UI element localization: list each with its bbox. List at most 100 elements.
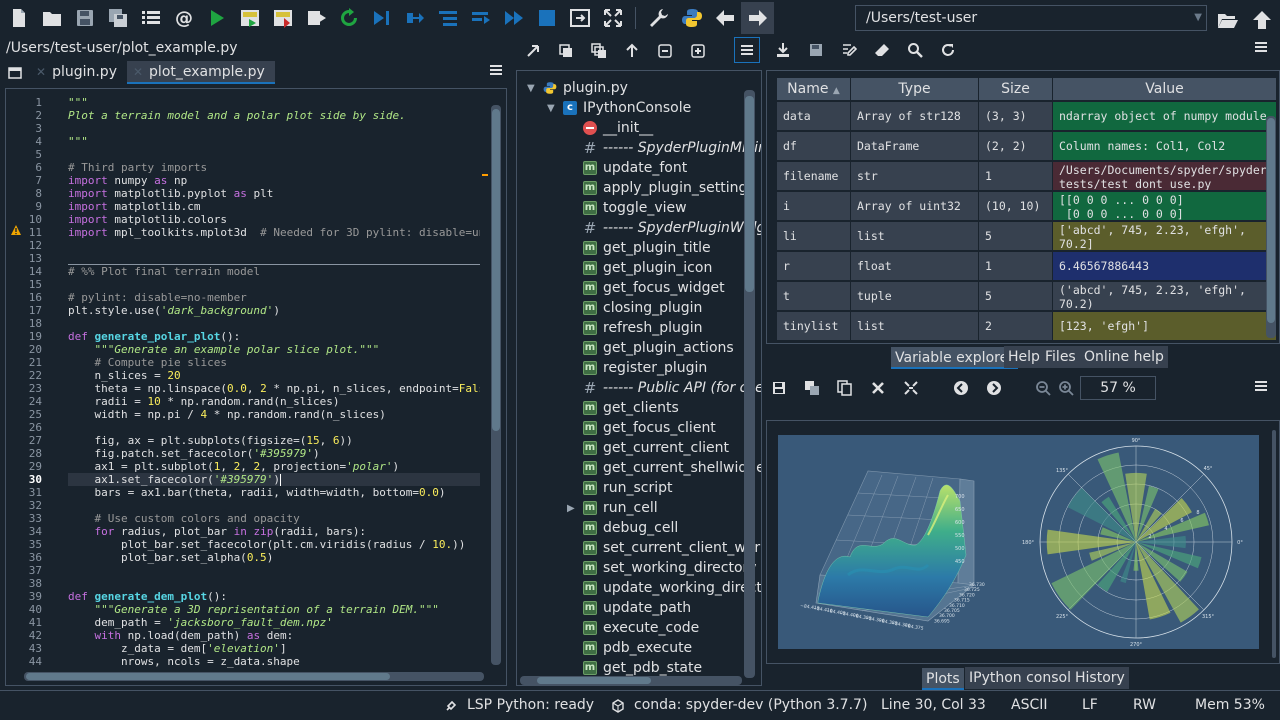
code-line[interactable]: import numpy as np bbox=[68, 174, 480, 187]
edit-icon[interactable] bbox=[832, 37, 865, 63]
outline-item[interactable]: m update_working_directory bbox=[567, 578, 761, 598]
outline-item[interactable]: m set_current_client_working_directory bbox=[567, 538, 761, 558]
code-line[interactable]: plt.style.use('dark_background') bbox=[68, 304, 480, 317]
code-line[interactable] bbox=[68, 122, 480, 135]
hamburger-menu-icon[interactable] bbox=[488, 62, 504, 82]
outline-item[interactable]: m update_path bbox=[567, 598, 691, 618]
code-line[interactable]: with np.load(dem_path) as dem: bbox=[68, 629, 480, 642]
group-code-cells-icon[interactable] bbox=[582, 38, 615, 64]
outline-item[interactable]: __init__ bbox=[567, 118, 653, 138]
remove-plot-icon[interactable] bbox=[867, 376, 889, 400]
go-to-cursor-icon[interactable] bbox=[516, 38, 549, 64]
code-line[interactable]: # Compute pie slices bbox=[68, 356, 480, 369]
at-icon[interactable]: @ bbox=[167, 2, 200, 34]
show-all-files-icon[interactable] bbox=[549, 38, 582, 64]
table-row[interactable]: filename str 1/Users/Documents/spyder/spyd… bbox=[777, 162, 1277, 192]
code-line[interactable]: fig.patch.set_facecolor('#395979') bbox=[68, 447, 480, 460]
tab-plots[interactable]: Plots bbox=[922, 668, 964, 690]
outline-item[interactable]: ▼ plugin.py bbox=[527, 78, 628, 98]
outline-item[interactable]: m register_plugin bbox=[567, 358, 707, 378]
code-line[interactable]: import mpl_toolkits.mplot3d # Needed for… bbox=[68, 226, 480, 239]
code-line[interactable]: def generate_polar_plot(): bbox=[68, 330, 480, 343]
code-line[interactable]: """Generate a 3D reprisentation of a ter… bbox=[68, 603, 480, 616]
code-line[interactable]: fig, ax = plt.subplots(figsize=(15, 6)) bbox=[68, 434, 480, 447]
code-line[interactable]: # pylint: disable=no-member bbox=[68, 291, 480, 304]
code-line[interactable]: z_data = dem['elevation'] bbox=[68, 642, 480, 655]
fullscreen-icon[interactable] bbox=[596, 2, 629, 34]
copy-plot-icon[interactable] bbox=[834, 376, 856, 400]
stop-icon[interactable] bbox=[530, 2, 563, 34]
code-line[interactable]: radii = 10 * np.random.rand(n_slices) bbox=[68, 395, 480, 408]
code-line[interactable]: plot_bar.set_alpha(0.5) bbox=[68, 551, 480, 564]
close-icon[interactable]: ✕ bbox=[36, 65, 46, 79]
code-line[interactable] bbox=[68, 577, 480, 590]
outline-item[interactable]: m get_clients bbox=[567, 398, 679, 418]
code-line[interactable] bbox=[68, 239, 480, 252]
code-line[interactable]: import matplotlib.pyplot as plt bbox=[68, 187, 480, 200]
outline-horizontal-scroll-thumb[interactable] bbox=[537, 677, 651, 684]
run-cell-advance-icon[interactable] bbox=[266, 2, 299, 34]
code-line[interactable]: def generate_dem_plot(): bbox=[68, 590, 480, 603]
outline-item[interactable]: m get_plugin_icon bbox=[567, 258, 712, 278]
code-line[interactable]: plot_bar.set_facecolor(plt.cm.viridis(ra… bbox=[68, 538, 480, 551]
outline-item[interactable]: m apply_plugin_settings bbox=[567, 178, 755, 198]
code-line[interactable] bbox=[68, 499, 480, 512]
forward-arrow-icon[interactable] bbox=[741, 2, 774, 34]
zoom-in-icon[interactable] bbox=[1055, 376, 1077, 400]
table-row[interactable]: df DataFrame (2, 2) Column names: Col1, Col… bbox=[777, 132, 1277, 162]
outline-item[interactable]: m get_current_client bbox=[567, 438, 729, 458]
outline-item[interactable]: # ------ SpyderPluginWidget API bbox=[567, 218, 761, 238]
code-line[interactable] bbox=[68, 421, 480, 434]
code-line[interactable]: ax1 = plt.subplot(1, 2, 2, projection='p… bbox=[68, 460, 480, 473]
maximize-icon[interactable] bbox=[563, 2, 596, 34]
code-line[interactable]: for radius, plot_bar in zip(radii, bars)… bbox=[68, 525, 480, 538]
run-selection-icon[interactable] bbox=[299, 2, 332, 34]
tab-online-help[interactable]: Online help bbox=[1080, 346, 1168, 368]
browse-tabs-icon[interactable] bbox=[0, 62, 30, 84]
save-all-plots-icon[interactable] bbox=[801, 376, 823, 400]
outline-item[interactable]: m run_script bbox=[567, 478, 673, 498]
code-line[interactable]: """ bbox=[68, 135, 480, 148]
tab-history[interactable]: History bbox=[1071, 667, 1129, 689]
list-icon[interactable] bbox=[134, 2, 167, 34]
wrench-icon[interactable] bbox=[642, 2, 675, 34]
outline-item[interactable]: m update_font bbox=[567, 158, 687, 178]
tab-ipython-console[interactable]: IPython console bbox=[965, 667, 1084, 689]
variable-explorer-table[interactable]: Name ▲ Type Size Value data Array of str1… bbox=[766, 70, 1280, 344]
outline-item[interactable]: m get_focus_widget bbox=[567, 278, 725, 298]
code-area[interactable]: """ Plot a terrain model and a polar plot… bbox=[68, 89, 480, 685]
zoom-out-icon[interactable] bbox=[1032, 376, 1054, 400]
outline-item[interactable]: m refresh_plugin bbox=[567, 318, 703, 338]
refresh-icon[interactable] bbox=[931, 37, 964, 63]
chevron-down-icon[interactable]: ▼ bbox=[547, 103, 557, 114]
step-return-icon[interactable] bbox=[464, 2, 497, 34]
run-cell-icon[interactable] bbox=[233, 2, 266, 34]
code-line[interactable]: # Third party imports bbox=[68, 161, 480, 174]
code-line[interactable]: # Use custom colors and opacity bbox=[68, 512, 480, 525]
code-line[interactable]: Plot a terrain model and a polar plot si… bbox=[68, 109, 480, 122]
chevron-right-icon[interactable]: ▶ bbox=[567, 503, 577, 514]
code-line[interactable]: ax1.set_facecolor('#395979') bbox=[68, 473, 480, 486]
code-line[interactable]: # %% Plot final terrain model bbox=[68, 265, 480, 278]
outline-item[interactable]: m closing_plugin bbox=[567, 298, 702, 318]
code-line[interactable]: import matplotlib.cm bbox=[68, 200, 480, 213]
previous-plot-icon[interactable] bbox=[950, 376, 972, 400]
chevron-down-icon[interactable]: ▼ bbox=[527, 83, 537, 94]
code-line[interactable] bbox=[68, 317, 480, 330]
outline-item[interactable]: m get_plugin_title bbox=[567, 238, 711, 258]
table-row[interactable]: tinylist list 2 [123, 'efgh'] bbox=[777, 312, 1277, 342]
hamburger-menu-icon[interactable] bbox=[1253, 378, 1269, 398]
table-row[interactable]: li list 5 ['abcd', 745, 2.23, 'efgh', 70.2] bbox=[777, 222, 1277, 252]
table-row[interactable]: r float 1 6.46567886443 bbox=[777, 252, 1277, 282]
continue-icon[interactable] bbox=[497, 2, 530, 34]
code-line[interactable] bbox=[68, 148, 480, 161]
search-icon[interactable] bbox=[898, 37, 931, 63]
editor-horizontal-scroll-thumb[interactable] bbox=[26, 673, 390, 680]
column-header-value[interactable]: Value bbox=[1053, 78, 1277, 100]
outline-vertical-scroll-thumb[interactable] bbox=[745, 96, 754, 292]
column-header-type[interactable]: Type bbox=[851, 78, 979, 100]
save-plot-icon[interactable] bbox=[768, 376, 790, 400]
code-line[interactable]: nrows, ncols = z_data.shape bbox=[68, 655, 480, 668]
tab-plot-example-py[interactable]: ✕ plot_example.py bbox=[126, 61, 275, 84]
editor-vertical-scroll-thumb[interactable] bbox=[492, 109, 500, 431]
